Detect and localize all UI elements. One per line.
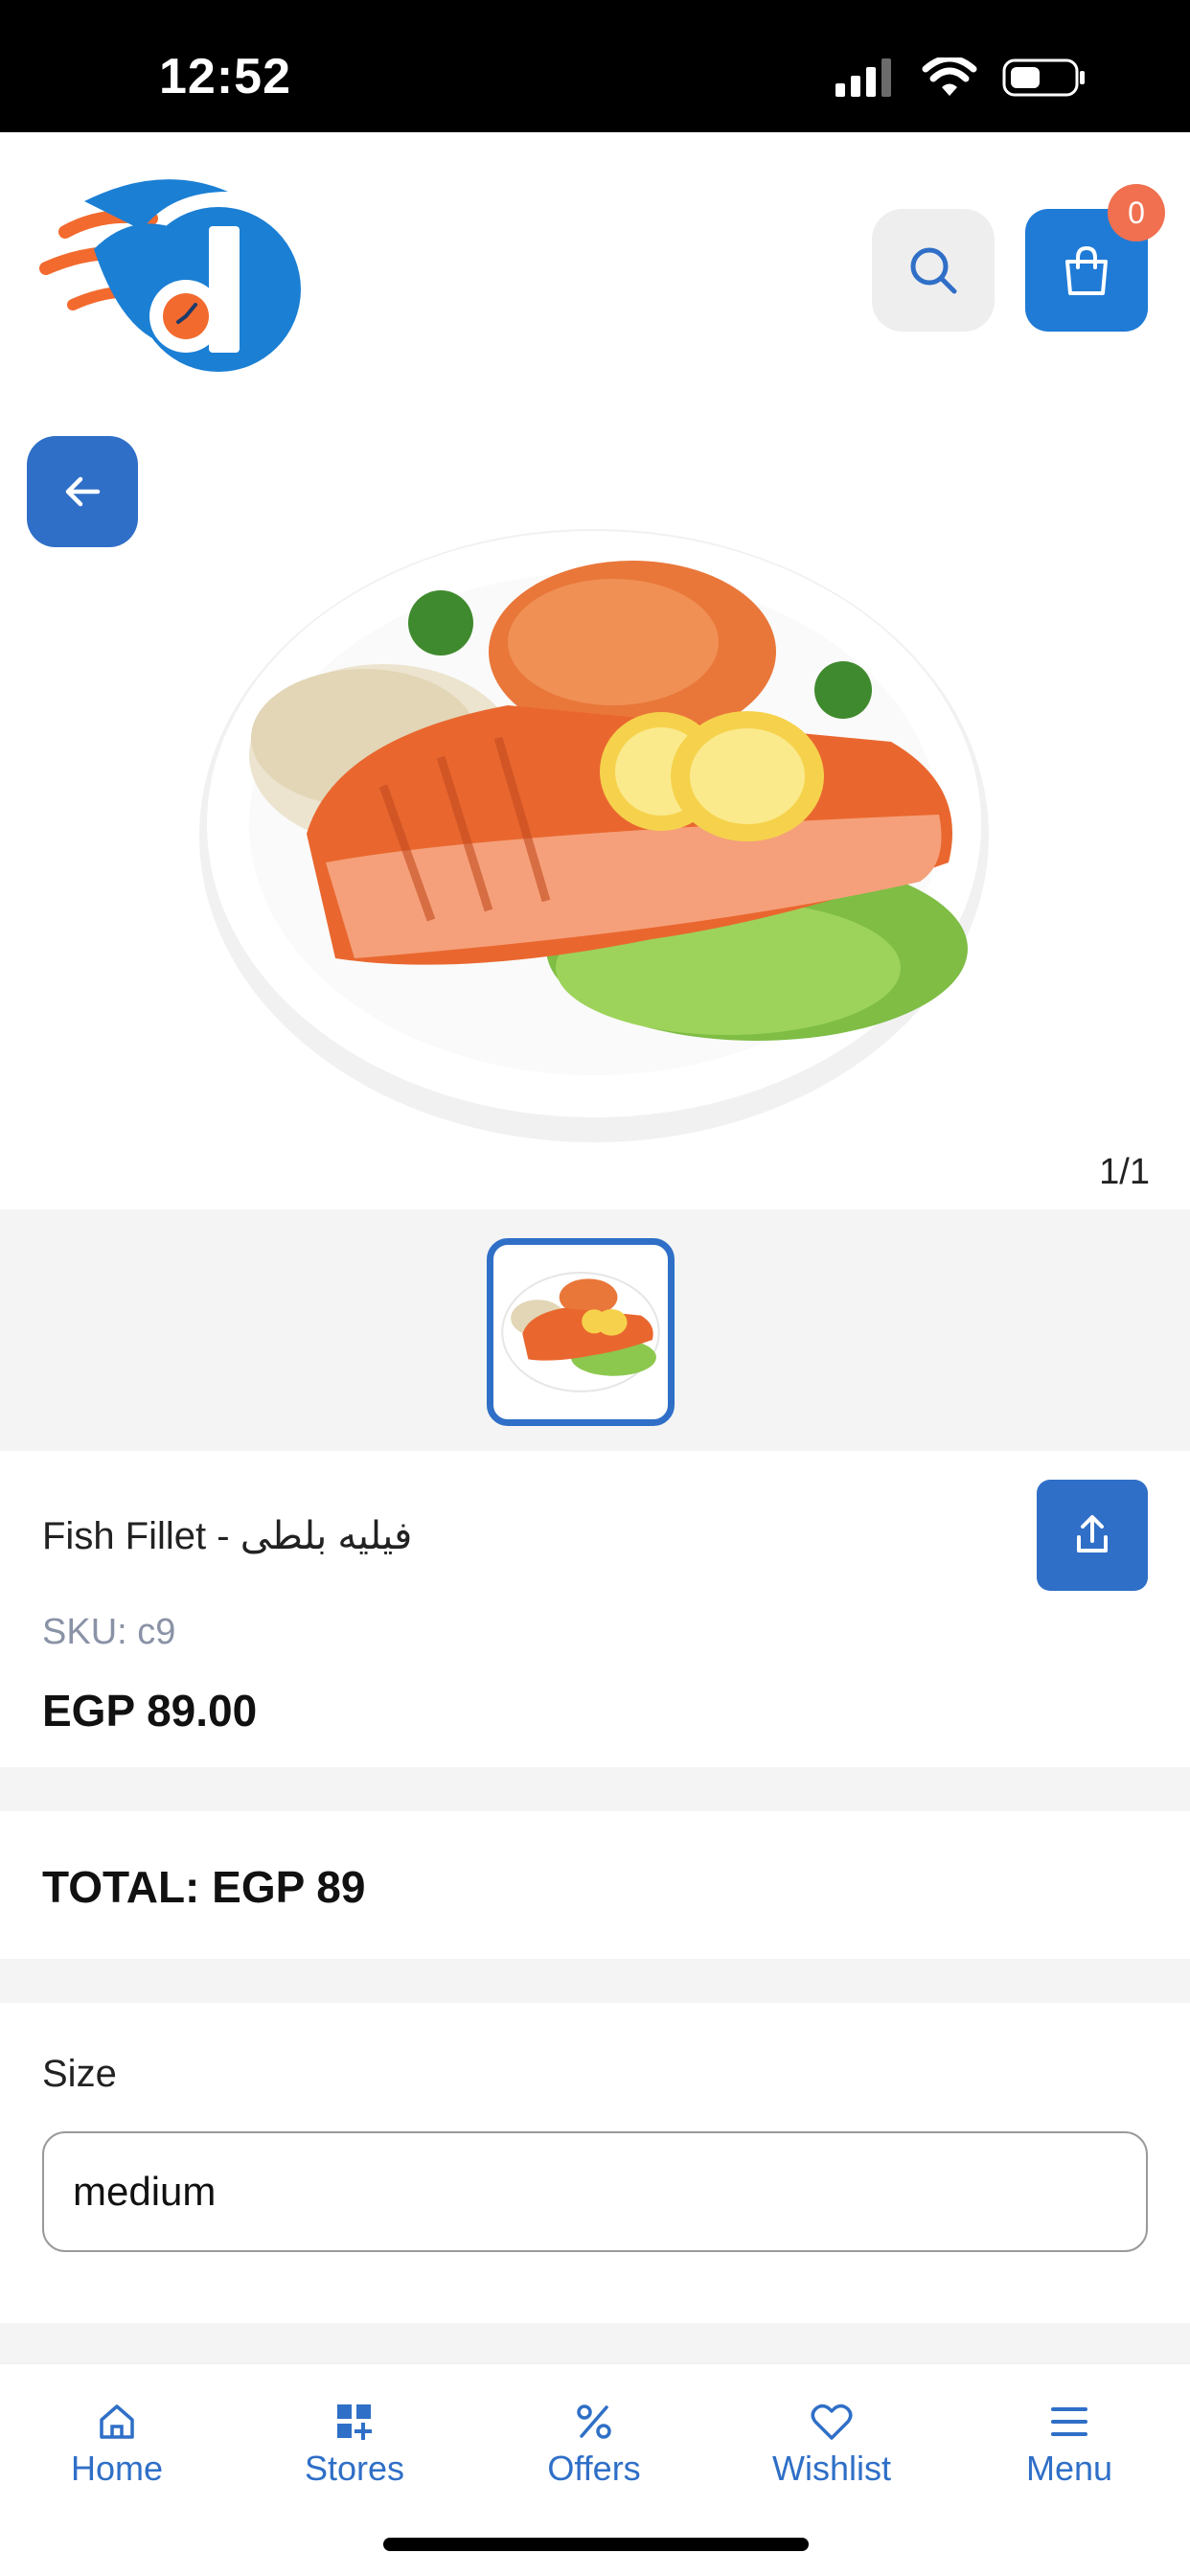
status-icons xyxy=(835,56,1087,100)
nav-wishlist[interactable]: Wishlist xyxy=(736,2401,927,2489)
app-header: 0 xyxy=(0,132,1190,391)
stores-icon xyxy=(333,2401,376,2443)
nav-wishlist-label: Wishlist xyxy=(772,2449,891,2488)
nav-offers[interactable]: Offers xyxy=(498,2401,690,2489)
arrow-left-icon xyxy=(65,476,101,507)
size-label: Size xyxy=(42,2053,117,2095)
signal-icon xyxy=(835,58,891,97)
total-price: TOTAL: EGP 89 xyxy=(42,1862,366,1912)
battery-icon xyxy=(1002,58,1085,97)
nav-stores[interactable]: Stores xyxy=(259,2401,450,2489)
image-counter: 1/1 xyxy=(1099,1152,1150,1192)
status-bar: 12:52 xyxy=(0,0,1190,132)
nav-home-label: Home xyxy=(70,2449,164,2488)
size-section: Size medium xyxy=(0,2003,1190,2323)
size-selected-value: medium xyxy=(73,2169,217,2214)
nav-home[interactable]: Home xyxy=(21,2401,213,2489)
section-divider xyxy=(0,1767,1190,1811)
brand-logo[interactable] xyxy=(27,172,314,374)
thumbnail-strip xyxy=(0,1209,1190,1451)
menu-icon xyxy=(1048,2401,1090,2443)
product-info: Fish Fillet - فيليه بلطى SKU: c9 EGP 89.… xyxy=(0,1451,1190,1767)
product-name: Fish Fillet - فيليه بلطى xyxy=(42,1515,413,1557)
heart-icon xyxy=(811,2401,853,2443)
product-price: EGP 89.00 xyxy=(42,1686,258,1736)
shopping-bag-icon xyxy=(1065,245,1108,295)
product-image[interactable] xyxy=(192,498,996,1150)
section-divider xyxy=(0,2323,1190,2363)
thumbnail-selected[interactable] xyxy=(487,1238,675,1426)
share-icon xyxy=(1077,1515,1108,1552)
size-select[interactable]: medium xyxy=(42,2131,1148,2252)
home-indicator[interactable] xyxy=(383,2538,809,2551)
thumbnail-image xyxy=(501,1272,660,1392)
nav-menu-label: Menu xyxy=(1025,2449,1113,2488)
total-section: TOTAL: EGP 89 xyxy=(0,1811,1190,1959)
share-button[interactable] xyxy=(1037,1480,1148,1591)
nav-offers-label: Offers xyxy=(547,2449,641,2488)
search-icon xyxy=(910,247,957,294)
nav-menu[interactable]: Menu xyxy=(973,2401,1165,2489)
search-button[interactable] xyxy=(872,209,995,332)
nav-stores-label: Stores xyxy=(304,2449,405,2488)
cart-count-badge: 0 xyxy=(1108,184,1165,242)
section-divider xyxy=(0,1959,1190,2003)
back-button[interactable] xyxy=(27,436,138,547)
status-time: 12:52 xyxy=(159,49,291,104)
home-icon xyxy=(96,2401,138,2443)
product-sku: SKU: c9 xyxy=(42,1612,176,1652)
percent-icon xyxy=(573,2401,615,2443)
wifi-icon xyxy=(922,58,977,96)
